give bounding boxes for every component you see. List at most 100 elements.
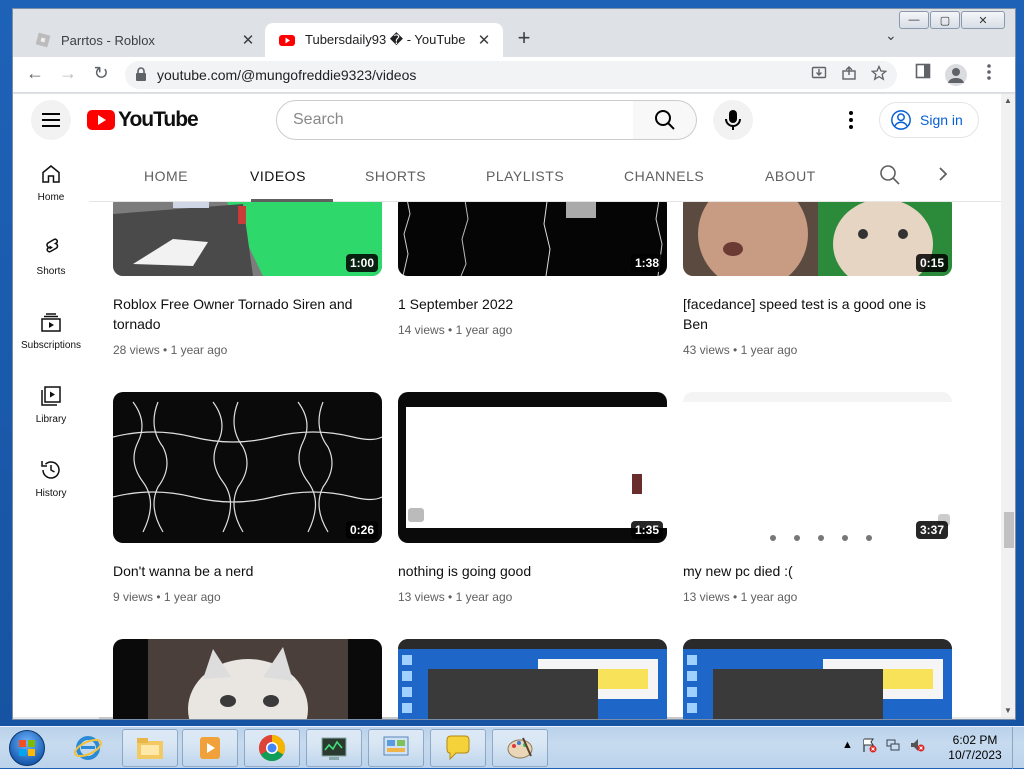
forward-arrow-icon[interactable]: → (56, 63, 80, 84)
paint-palette-icon (505, 734, 535, 762)
thumbnail-image (398, 392, 667, 543)
thumbnail-image (683, 392, 952, 543)
mini-guide-sidebar: Home Shorts Subscriptions Library Histor… (13, 150, 89, 710)
start-button[interactable] (2, 728, 52, 768)
taskbar-paint[interactable] (492, 729, 548, 767)
show-desktop-button[interactable] (1012, 727, 1024, 769)
upload-age: 1 year ago (164, 590, 221, 604)
profile-avatar[interactable] (945, 64, 967, 86)
guide-menu-button[interactable] (31, 100, 71, 140)
tab-close-icon[interactable]: ✕ (473, 31, 495, 49)
video-duration: 0:15 (916, 254, 948, 272)
microphone-icon (724, 109, 742, 131)
guide-item-shorts[interactable]: Shorts (13, 224, 89, 298)
upload-age: 1 year ago (741, 590, 798, 604)
volume-muted-icon[interactable] (909, 737, 925, 753)
share-icon[interactable] (841, 65, 857, 81)
video-title[interactable]: my new pc died :( (683, 561, 952, 581)
network-icon[interactable] (885, 737, 901, 753)
action-center-flag-icon[interactable] (861, 737, 877, 753)
tab-close-icon[interactable]: ✕ (237, 31, 259, 49)
folder-icon (135, 735, 165, 761)
video-duration: 0:26 (346, 521, 378, 539)
lock-icon (135, 67, 147, 81)
search-input[interactable]: Search (276, 100, 634, 140)
video-thumbnail[interactable]: 0:15 (683, 194, 952, 276)
chrome-menu-icon[interactable] (983, 63, 995, 81)
active-tab-indicator (251, 199, 333, 202)
scrollbar-thumb[interactable] (1004, 512, 1014, 548)
tab-playlists[interactable]: PLAYLISTS (486, 168, 564, 184)
minimize-button[interactable]: — (899, 11, 929, 29)
video-title[interactable]: Roblox Free Owner Tornado Siren and torn… (113, 294, 382, 334)
video-thumbnail[interactable]: 1:38 (398, 194, 667, 276)
settings-more-icon[interactable] (839, 108, 863, 132)
show-hidden-icons-icon[interactable]: ▲ (842, 739, 853, 751)
taskbar-media-player[interactable] (182, 729, 238, 767)
guide-item-subscriptions[interactable]: Subscriptions (13, 298, 89, 372)
vertical-scrollbar[interactable]: ▲ ▼ (1001, 94, 1016, 720)
meta-separator: • (448, 590, 452, 604)
hamburger-icon (42, 113, 60, 127)
address-bar[interactable]: youtube.com/@mungofreddie9323/videos (125, 61, 897, 89)
taskbar-internet-explorer[interactable] (60, 729, 116, 767)
view-count: 13 views (683, 590, 730, 604)
guide-item-home[interactable]: Home (13, 150, 89, 224)
video-thumbnail[interactable]: 1:35 (398, 392, 667, 543)
guide-item-library[interactable]: Library (13, 372, 89, 446)
tab-about[interactable]: ABOUT (765, 168, 816, 184)
video-title[interactable]: Don't wanna be a nerd (113, 561, 382, 581)
search-placeholder: Search (293, 111, 344, 129)
video-meta: 43 views • 1 year ago (683, 343, 797, 357)
video-title[interactable]: nothing is going good (398, 561, 667, 581)
tab-youtube[interactable]: Tubersdaily93 � - YouTube ✕ (265, 23, 503, 57)
search-button[interactable] (633, 100, 697, 140)
new-tab-button[interactable]: + (513, 25, 535, 51)
upload-age: 1 year ago (456, 590, 513, 604)
bookmark-star-icon[interactable] (871, 65, 887, 81)
video-title[interactable]: [facedance] speed test is a good one is … (683, 294, 952, 334)
video-thumbnail[interactable] (113, 639, 382, 720)
install-app-icon[interactable] (811, 65, 827, 81)
tab-home[interactable]: HOME (144, 168, 188, 184)
taskbar-task-manager[interactable] (306, 729, 362, 767)
guide-label: History (35, 488, 66, 499)
taskbar-explorer[interactable] (122, 729, 178, 767)
tab-shorts[interactable]: SHORTS (365, 168, 426, 184)
back-arrow-icon[interactable]: ← (23, 63, 47, 84)
tab-search-chevron-icon[interactable]: ⌄ (885, 27, 897, 44)
scroll-down-arrow-icon[interactable]: ▼ (1004, 706, 1012, 715)
taskbar-chrome[interactable] (244, 729, 300, 767)
sign-in-button[interactable]: Sign in (879, 102, 979, 138)
meta-separator: • (733, 590, 737, 604)
side-panel-icon[interactable] (915, 63, 931, 79)
video-thumbnail[interactable]: 1:00 (113, 194, 382, 276)
taskbar-messenger[interactable] (430, 729, 486, 767)
maximize-button[interactable]: ▢ (930, 11, 960, 29)
tab-channels[interactable]: CHANNELS (624, 168, 704, 184)
voice-search-button[interactable] (713, 100, 753, 140)
reload-icon[interactable]: ↻ (89, 63, 113, 84)
scroll-up-arrow-icon[interactable]: ▲ (1004, 96, 1012, 105)
video-thumbnail[interactable]: 0:26 (113, 392, 382, 543)
tab-videos[interactable]: VIDEOS (250, 168, 306, 184)
video-title[interactable]: 1 September 2022 (398, 294, 667, 314)
speech-bubble-icon (443, 734, 473, 762)
masthead: YouTube Search Sign in (13, 94, 1001, 150)
chrome-icon (257, 733, 287, 763)
internet-explorer-icon (73, 733, 103, 763)
tab-roblox[interactable]: Parrtos - Roblox ✕ (21, 23, 267, 57)
system-clock[interactable]: 6:02 PM 10/7/2023 (940, 733, 1010, 763)
chevron-right-icon[interactable] (937, 166, 949, 182)
video-thumbnail[interactable]: 3:37 (683, 392, 952, 543)
view-count: 14 views (398, 323, 445, 337)
history-icon (39, 458, 63, 482)
close-window-button[interactable]: ✕ (961, 11, 1005, 29)
video-thumbnail[interactable] (683, 639, 952, 720)
youtube-favicon-icon (279, 32, 295, 48)
guide-item-history[interactable]: History (13, 446, 89, 520)
video-thumbnail[interactable] (398, 639, 667, 720)
taskbar-control-panel[interactable] (368, 729, 424, 767)
channel-search-icon[interactable] (879, 164, 901, 186)
youtube-logo[interactable]: YouTube (87, 108, 198, 132)
